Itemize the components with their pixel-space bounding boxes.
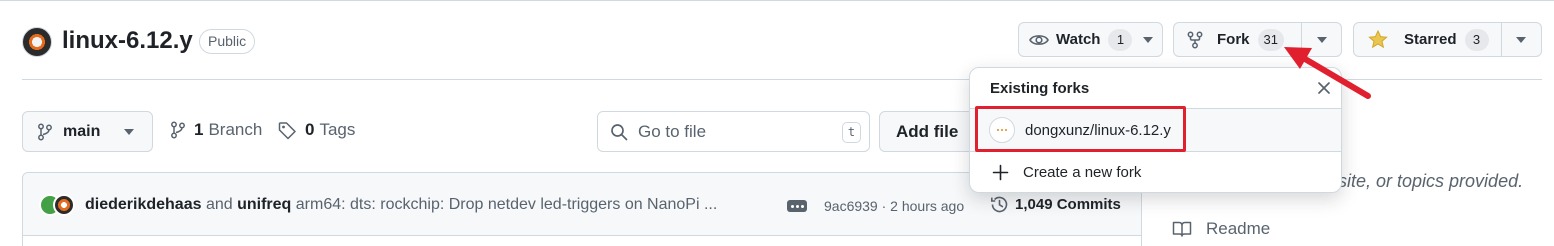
visibility-badge: Public bbox=[199, 29, 256, 54]
git-branch-icon bbox=[171, 121, 185, 139]
tags-link[interactable]: 0 Tags bbox=[278, 120, 355, 140]
expand-commit-button[interactable] bbox=[787, 200, 807, 212]
about-description: site, or topics provided. bbox=[1338, 171, 1524, 191]
repo-owner-avatar[interactable] bbox=[22, 27, 52, 57]
coauthor-avatar[interactable] bbox=[53, 194, 75, 216]
watch-dropdown-caret[interactable] bbox=[1143, 23, 1153, 56]
chevron-down-icon bbox=[124, 128, 135, 135]
create-new-fork-item[interactable]: Create a new fork bbox=[992, 164, 1141, 181]
watch-label: Watch bbox=[1056, 31, 1101, 48]
git-branch-icon bbox=[38, 123, 52, 140]
search-placeholder: Go to file bbox=[638, 121, 707, 141]
branches-link[interactable]: 1 Branch bbox=[170, 120, 262, 140]
branch-name: main bbox=[63, 122, 101, 140]
search-icon bbox=[611, 123, 628, 140]
commit-author-link[interactable]: diederikdehaas bbox=[85, 196, 202, 213]
commit-coauthor-link[interactable]: unifreq bbox=[237, 196, 291, 213]
annotation-highlight-box bbox=[975, 106, 1186, 152]
watch-button-group[interactable]: Watch 1 bbox=[1018, 22, 1163, 57]
tags-label: Tags bbox=[319, 120, 356, 139]
readme-link[interactable]: Readme bbox=[1172, 219, 1270, 239]
star-button-group[interactable]: Starred 3 bbox=[1353, 22, 1542, 57]
branches-count: 1 bbox=[194, 120, 204, 139]
eye-icon bbox=[1029, 34, 1049, 45]
chevron-down-icon bbox=[1516, 36, 1526, 43]
chevron-down-icon bbox=[1143, 36, 1153, 43]
branch-selector[interactable]: main bbox=[22, 111, 153, 152]
tags-count: 0 bbox=[305, 120, 315, 139]
fork-label: Fork bbox=[1217, 31, 1250, 48]
branches-label: Branch bbox=[208, 120, 263, 139]
annotation-arrow-icon bbox=[1284, 47, 1371, 99]
plus-icon bbox=[992, 164, 1009, 181]
star-count: 3 bbox=[1464, 28, 1489, 51]
commits-history-link[interactable]: 1,049 Commits bbox=[990, 195, 1121, 214]
starred-label: Starred bbox=[1404, 31, 1457, 48]
commit-summary: diederikdehaas and unifreq arm64: dts: r… bbox=[85, 196, 717, 214]
commit-hash-time[interactable]: 9ac6939 · 2 hours ago bbox=[824, 198, 964, 214]
dropdown-title: Existing forks bbox=[990, 80, 1090, 97]
top-border bbox=[0, 0, 1554, 1]
commit-author-conjunction: and bbox=[205, 196, 233, 213]
keyboard-shortcut-hint: t bbox=[842, 122, 861, 143]
star-dropdown-caret[interactable] bbox=[1516, 23, 1526, 56]
starred-button[interactable]: Starred 3 bbox=[1368, 23, 1489, 56]
watch-count: 1 bbox=[1108, 28, 1133, 51]
repo-forked-icon bbox=[1187, 31, 1203, 48]
repo-name[interactable]: linux-6.12.y bbox=[62, 26, 193, 56]
create-new-fork-label: Create a new fork bbox=[1023, 164, 1142, 181]
readme-label: Readme bbox=[1206, 219, 1271, 238]
tag-icon bbox=[278, 121, 296, 139]
commit-message-link[interactable]: arm64: dts: rockchip: Drop netdev led-tr… bbox=[296, 196, 718, 213]
commits-count-label: 1,049 Commits bbox=[1015, 196, 1121, 213]
go-to-file-input[interactable]: Go to file t bbox=[597, 111, 870, 152]
watch-button[interactable]: Watch 1 bbox=[1029, 23, 1133, 56]
star-button-divider bbox=[1501, 23, 1502, 56]
history-icon bbox=[991, 196, 1008, 213]
book-icon bbox=[1172, 221, 1192, 237]
